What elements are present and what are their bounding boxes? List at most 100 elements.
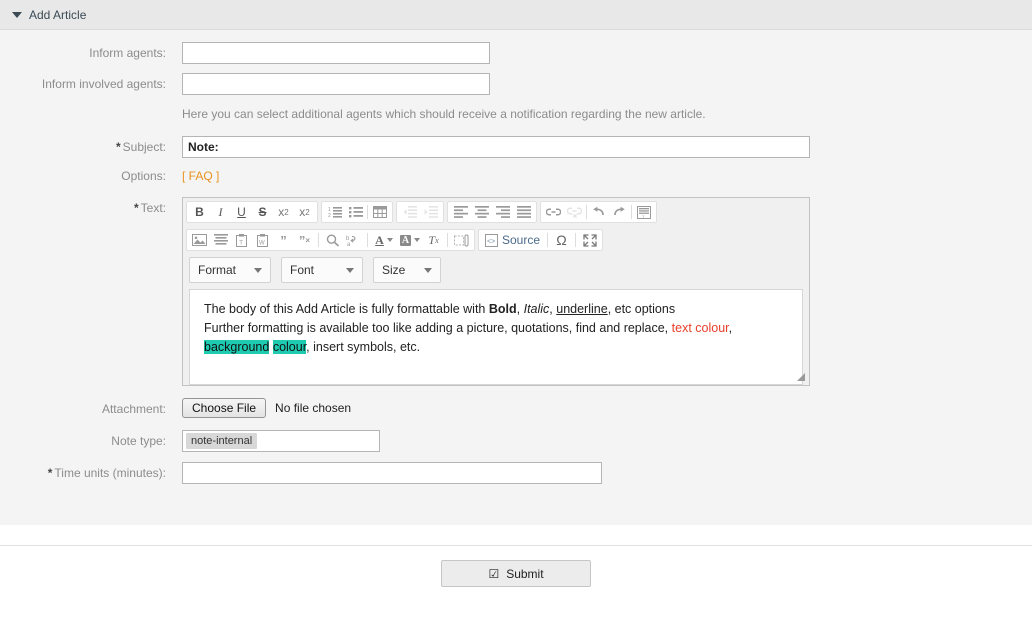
widget-body: Inform agents: Inform involved agents: H…: [0, 30, 1032, 484]
rich-text-editor: B I U S x2 x2 12 T T W ” ” × b a A A T x…: [182, 197, 810, 386]
text-label-text: Text:: [140, 201, 166, 215]
remove-quote-icon[interactable]: ” ×: [294, 230, 315, 250]
text-row: * Text: B I U S x2 x2 1 2 T T W ” ” × b …: [0, 197, 1032, 386]
italic-icon[interactable]: I: [210, 202, 231, 222]
editor-toolbar-row-2: T W ” ” × ba A A T x <> Source Ω: [183, 226, 809, 254]
time-units-field: [182, 462, 1032, 484]
increase-indent-icon[interactable]: [420, 202, 441, 222]
image-icon[interactable]: [189, 230, 210, 250]
inform-agents-input[interactable]: [182, 42, 490, 64]
widget-title: Add Article: [29, 7, 87, 22]
subject-field: [182, 136, 1032, 158]
submit-button-label: Submit: [506, 566, 544, 581]
underline-icon[interactable]: U: [231, 202, 252, 222]
editor-text-plain: The body of this Add Article is fully fo…: [204, 302, 489, 316]
add-article-widget: Add Article Inform agents: Inform involv…: [0, 0, 1032, 525]
toolbar-separator: [586, 205, 587, 219]
undo-icon[interactable]: [588, 202, 609, 222]
toolbar-separator: [367, 205, 368, 219]
paste-word-icon[interactable]: W: [252, 230, 273, 250]
svg-text:T: T: [239, 240, 243, 246]
superscript-icon[interactable]: x2: [294, 202, 315, 222]
editor-text-highlight: background: [204, 340, 270, 354]
maximize-icon[interactable]: [579, 230, 600, 250]
inform-involved-agents-label: Inform involved agents:: [41, 77, 166, 91]
font-dropdown[interactable]: Font: [281, 257, 363, 283]
editor-text-plain: , insert symbols, etc.: [306, 340, 421, 354]
source-button-label: Source: [502, 233, 541, 247]
numbered-list-icon[interactable]: 12: [324, 202, 345, 222]
page-break-insert-icon[interactable]: [451, 230, 472, 250]
editor-text-plain: , etc options: [607, 302, 676, 316]
justify-block-icon[interactable]: [210, 230, 231, 250]
inform-agents-row: Inform agents:: [0, 42, 1032, 64]
source-button[interactable]: <> Source: [481, 233, 544, 247]
chevron-down-icon: [254, 267, 262, 273]
svg-text:<>: <>: [487, 238, 495, 245]
widget-header[interactable]: Add Article: [0, 0, 1032, 30]
paste-text-icon[interactable]: T: [231, 230, 252, 250]
align-center-icon[interactable]: [471, 202, 492, 222]
remove-format-icon[interactable]: Tx: [423, 230, 444, 250]
subject-input[interactable]: [182, 136, 810, 158]
size-dropdown[interactable]: Size: [373, 257, 441, 283]
choose-file-button[interactable]: Choose File: [182, 398, 267, 418]
caret-down-icon[interactable]: [12, 11, 22, 18]
align-left-icon[interactable]: [450, 202, 471, 222]
bold-icon[interactable]: B: [189, 202, 210, 222]
attachment-label: Attachment:: [101, 402, 166, 416]
find-icon[interactable]: [322, 230, 343, 250]
time-units-input[interactable]: [182, 462, 602, 484]
toolbar-separator: [575, 233, 577, 247]
time-units-required-marker: *: [47, 466, 53, 480]
blockquote-icon[interactable]: ”: [273, 230, 294, 250]
editor-text-plain: ,: [728, 321, 733, 335]
time-units-row: * Time units (minutes):: [0, 462, 1032, 484]
time-units-label-text: Time units (minutes):: [54, 466, 166, 480]
svg-text:2: 2: [328, 213, 331, 218]
note-type-token[interactable]: note-internal: [186, 433, 258, 449]
subject-label-text: Subject:: [122, 140, 166, 154]
page-break-icon[interactable]: T: [633, 202, 654, 222]
submit-button[interactable]: ☑ Submit: [441, 560, 591, 587]
table-icon[interactable]: [369, 202, 390, 222]
subscript-icon[interactable]: x2: [273, 202, 294, 222]
hint-row: Here you can select additional agents wh…: [0, 104, 1032, 122]
replace-icon[interactable]: ba: [343, 230, 364, 250]
text-colour-icon[interactable]: A: [371, 230, 397, 250]
link-icon[interactable]: [543, 202, 564, 222]
editor-content-area[interactable]: The body of this Add Article is fully fo…: [189, 289, 803, 385]
format-dropdown[interactable]: Format: [189, 257, 271, 283]
inform-involved-agents-input[interactable]: [182, 73, 490, 95]
toolbar-group-lists: 12: [321, 201, 393, 223]
text-label: * Text:: [0, 197, 182, 219]
options-row: Options: [ FAQ ]: [0, 165, 1032, 187]
note-type-input[interactable]: note-internal: [182, 430, 380, 452]
toolbar-separator: [447, 233, 448, 247]
resize-grip-icon[interactable]: [796, 372, 806, 382]
decrease-indent-icon[interactable]: [399, 202, 420, 222]
options-label: Options:: [121, 169, 166, 183]
toolbar-group-indent: [396, 201, 444, 223]
editor-paragraph-2: Further formatting is available too like…: [204, 319, 788, 357]
background-colour-icon[interactable]: A: [397, 230, 423, 250]
editor-text-highlight: colour: [272, 340, 307, 354]
inform-involved-agents-field: [182, 73, 1032, 95]
options-field: [ FAQ ]: [182, 165, 1032, 187]
time-units-label: * Time units (minutes):: [0, 462, 182, 484]
bulleted-list-icon[interactable]: [345, 202, 366, 222]
omega-icon[interactable]: Ω: [551, 230, 572, 250]
subject-required-marker: *: [115, 140, 121, 154]
chevron-down-icon: [424, 267, 432, 273]
editor-text-bold: Bold: [488, 302, 517, 316]
editor-text-italic: Italic: [523, 302, 550, 316]
align-right-icon[interactable]: [492, 202, 513, 222]
faq-link[interactable]: [ FAQ ]: [182, 169, 219, 183]
toolbar-group-source: <> Source Ω: [478, 229, 604, 251]
editor-text-red: text colour: [671, 321, 729, 335]
note-type-row: Note type: note-internal: [0, 430, 1032, 452]
redo-icon[interactable]: [609, 202, 630, 222]
align-justify-icon[interactable]: [513, 202, 534, 222]
strikethrough-icon[interactable]: S: [252, 202, 273, 222]
unlink-icon[interactable]: [564, 202, 585, 222]
